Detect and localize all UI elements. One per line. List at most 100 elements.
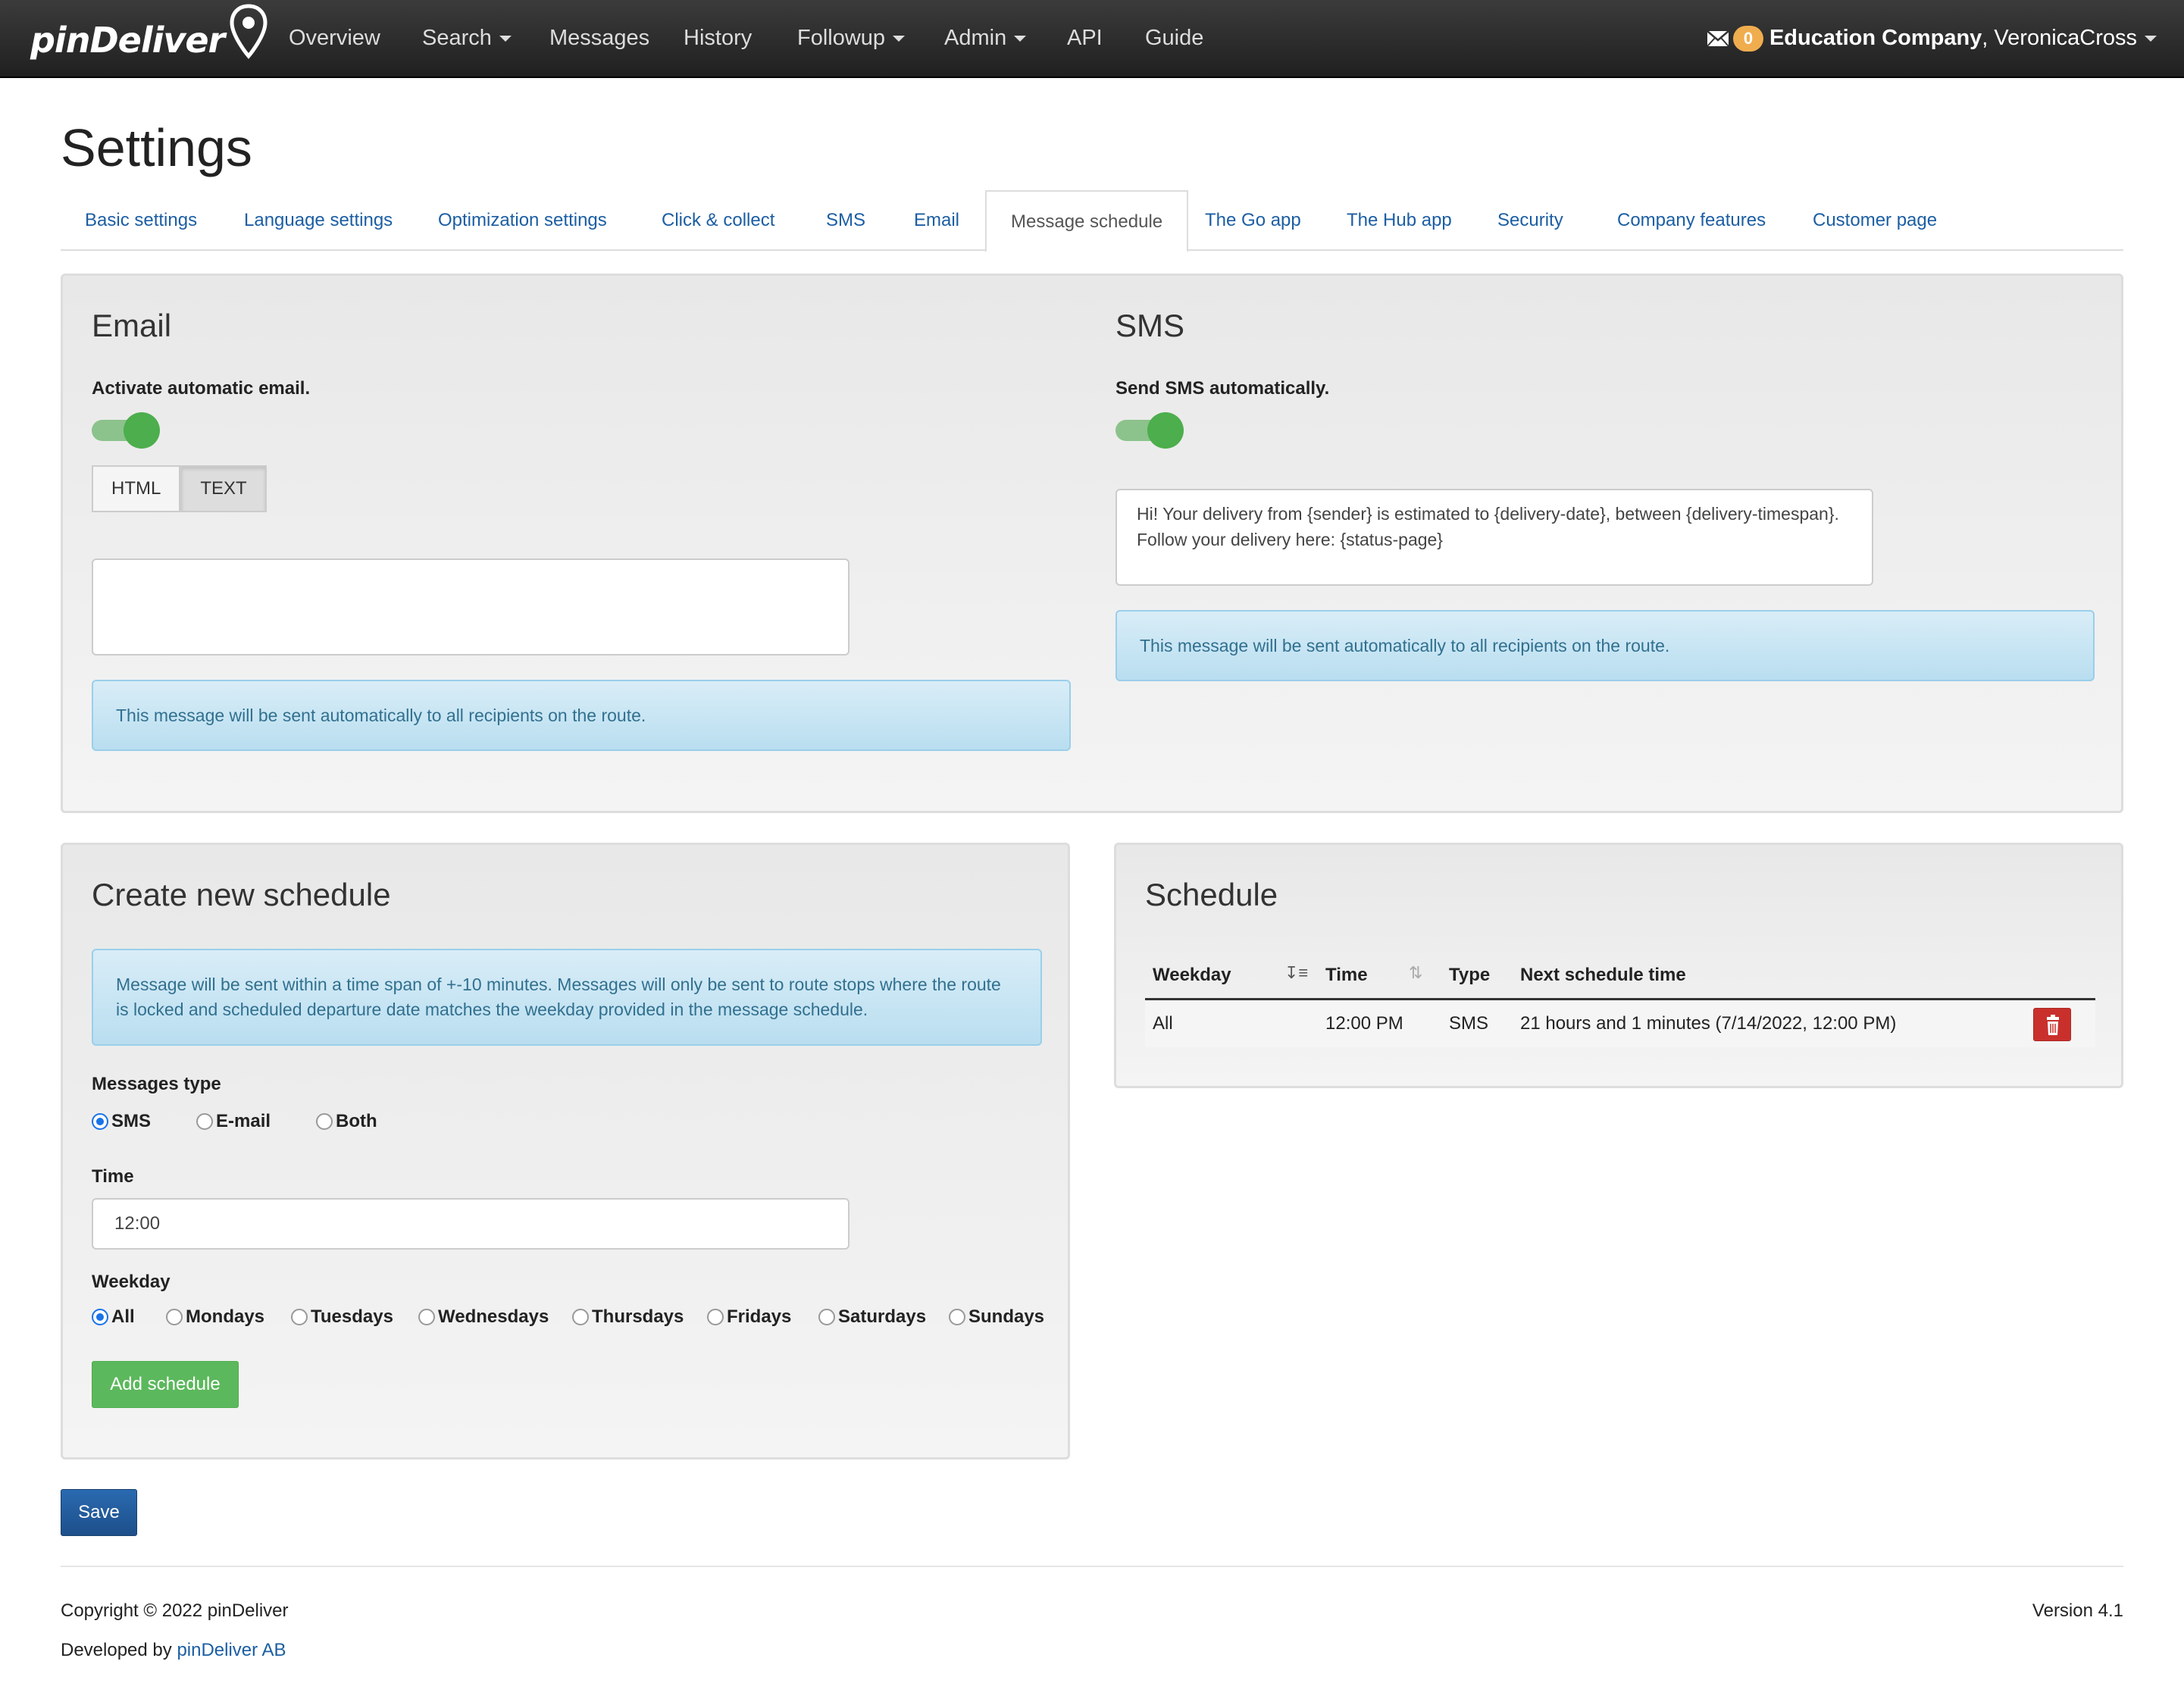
format-html-button[interactable]: HTML <box>92 465 181 512</box>
radio-button[interactable] <box>572 1309 589 1325</box>
toggle-knob <box>1147 412 1184 449</box>
settings-tabs: Basic settings Language settings Optimiz… <box>61 190 2123 252</box>
sms-message-textarea[interactable]: Hi! Your delivery from {sender} is estim… <box>1115 489 1873 586</box>
tab-email[interactable]: Email <box>890 190 984 251</box>
time-label: Time <box>92 1166 134 1187</box>
time-input[interactable]: 12:00 <box>92 1198 850 1250</box>
email-info-alert: This message will be sent automatically … <box>92 680 1071 751</box>
weekday-saturdays-label: Saturdays <box>838 1306 927 1327</box>
trash-icon <box>2047 1015 2059 1035</box>
type-both-label: Both <box>336 1111 377 1131</box>
weekday-mondays-label: Mondays <box>186 1306 265 1327</box>
developer-link[interactable]: pinDeliver AB <box>177 1640 286 1660</box>
email-section-title: Email <box>92 308 172 343</box>
email-format-group: HTML TEXT <box>92 465 267 512</box>
tab-language-settings[interactable]: Language settings <box>220 190 417 251</box>
radio-button[interactable] <box>316 1113 333 1130</box>
email-auto-toggle[interactable] <box>92 411 160 449</box>
tab-go-app[interactable]: The Go app <box>1181 190 1325 251</box>
email-message-textarea[interactable] <box>92 558 850 655</box>
weekday-wednesdays-label: Wednesdays <box>438 1306 549 1327</box>
footer-divider <box>61 1566 2123 1567</box>
weekday-wednesdays-option[interactable]: Wednesdays <box>418 1306 549 1328</box>
tab-message-schedule[interactable]: Message schedule <box>985 190 1189 252</box>
nav-admin[interactable]: Admin <box>944 0 1027 76</box>
delete-schedule-button[interactable] <box>2033 1008 2071 1041</box>
weekday-fridays-option[interactable]: Fridays <box>707 1306 791 1328</box>
weekday-fridays-label: Fridays <box>727 1306 792 1327</box>
tab-sms[interactable]: SMS <box>802 190 890 251</box>
type-email-option[interactable]: E-mail <box>196 1111 271 1132</box>
radio-button[interactable] <box>92 1113 108 1130</box>
sms-auto-toggle[interactable] <box>1115 411 1184 449</box>
nav-followup-label: Followup <box>797 26 886 50</box>
nav-search[interactable]: Search <box>422 0 512 76</box>
mail-count-badge[interactable]: 0 <box>1733 26 1763 52</box>
type-sms-option[interactable]: SMS <box>92 1111 151 1132</box>
user-menu[interactable]: Education Company, VeronicaCross <box>1769 0 2157 76</box>
tab-company-features[interactable]: Company features <box>1593 190 1790 251</box>
user-name: , VeronicaCross <box>1982 26 2137 50</box>
weekday-sundays-option[interactable]: Sundays <box>949 1306 1044 1328</box>
radio-button[interactable] <box>291 1309 308 1325</box>
nav-api[interactable]: API <box>1067 0 1103 76</box>
tab-customer-page[interactable]: Customer page <box>1788 190 1961 251</box>
sms-section-title: SMS <box>1115 308 1185 343</box>
tab-hub-app[interactable]: The Hub app <box>1322 190 1476 251</box>
messages-type-radios: SMS E-mail Both <box>92 1110 471 1133</box>
sms-message-text: Hi! Your delivery from {sender} is estim… <box>1137 504 1839 549</box>
radio-button[interactable] <box>418 1309 435 1325</box>
create-schedule-title: Create new schedule <box>92 877 391 912</box>
brand-logo[interactable]: pinDeliver <box>30 4 270 74</box>
location-pin-icon <box>230 4 268 59</box>
nav-history[interactable]: History <box>684 0 752 76</box>
nav-messages[interactable]: Messages <box>549 0 649 76</box>
radio-button[interactable] <box>166 1309 183 1325</box>
envelope-icon[interactable] <box>1707 29 1729 48</box>
radio-button[interactable] <box>92 1309 108 1325</box>
create-schedule-panel: Create new schedule Message will be sent… <box>61 843 1070 1460</box>
top-navbar: pinDeliver Overview Search Messages Hist… <box>0 0 2184 78</box>
weekday-thursdays-label: Thursdays <box>592 1306 684 1327</box>
type-sms-label: SMS <box>111 1111 152 1131</box>
nav-guide[interactable]: Guide <box>1145 0 1203 76</box>
weekday-label: Weekday <box>92 1272 171 1292</box>
tab-click-collect[interactable]: Click & collect <box>637 190 799 251</box>
radio-button[interactable] <box>949 1309 965 1325</box>
row-type: SMS <box>1449 1013 1489 1034</box>
company-name: Education Company <box>1769 26 1982 50</box>
chevron-down-icon <box>893 36 906 42</box>
col-weekday[interactable]: Weekday <box>1153 965 1231 986</box>
radio-button[interactable] <box>818 1309 835 1325</box>
schedule-panel: Schedule Weekday ↧≡ Time ⇅ Type Next sch… <box>1114 843 2123 1088</box>
weekday-thursdays-option[interactable]: Thursdays <box>572 1306 684 1328</box>
tab-security[interactable]: Security <box>1473 190 1588 251</box>
tab-basic-settings[interactable]: Basic settings <box>61 190 221 251</box>
save-button[interactable]: Save <box>61 1489 137 1536</box>
auto-message-panel: Email Activate automatic email. HTML TEX… <box>61 274 2123 813</box>
chevron-down-icon <box>499 36 512 42</box>
col-time[interactable]: Time <box>1325 965 1368 986</box>
sms-info-alert: This message will be sent automatically … <box>1115 610 2095 681</box>
sort-icon[interactable]: ⇅ <box>1409 963 1422 983</box>
col-next-schedule: Next schedule time <box>1520 965 1686 985</box>
weekday-mondays-option[interactable]: Mondays <box>166 1306 264 1328</box>
chevron-down-icon <box>1014 36 1027 42</box>
nav-search-label: Search <box>422 26 492 50</box>
weekday-tuesdays-option[interactable]: Tuesdays <box>291 1306 393 1328</box>
brand-name: pinDeliver <box>30 20 225 61</box>
type-both-option[interactable]: Both <box>316 1111 377 1132</box>
radio-button[interactable] <box>196 1113 213 1130</box>
weekday-radios: All Mondays Tuesdays Wednesdays Thursday… <box>92 1306 1047 1328</box>
radio-button[interactable] <box>707 1309 724 1325</box>
weekday-saturdays-option[interactable]: Saturdays <box>818 1306 926 1328</box>
format-text-button[interactable]: TEXT <box>180 465 267 512</box>
nav-overview[interactable]: Overview <box>289 0 380 76</box>
sort-desc-icon[interactable]: ↧≡ <box>1284 963 1308 983</box>
add-schedule-button[interactable]: Add schedule <box>92 1361 239 1408</box>
nav-followup[interactable]: Followup <box>797 0 906 76</box>
weekday-all-option[interactable]: All <box>92 1306 135 1328</box>
footer-version: Version 4.1 <box>2032 1600 2123 1621</box>
footer-copyright: Copyright © 2022 pinDeliver <box>61 1600 289 1621</box>
tab-optimization-settings[interactable]: Optimization settings <box>414 190 631 251</box>
